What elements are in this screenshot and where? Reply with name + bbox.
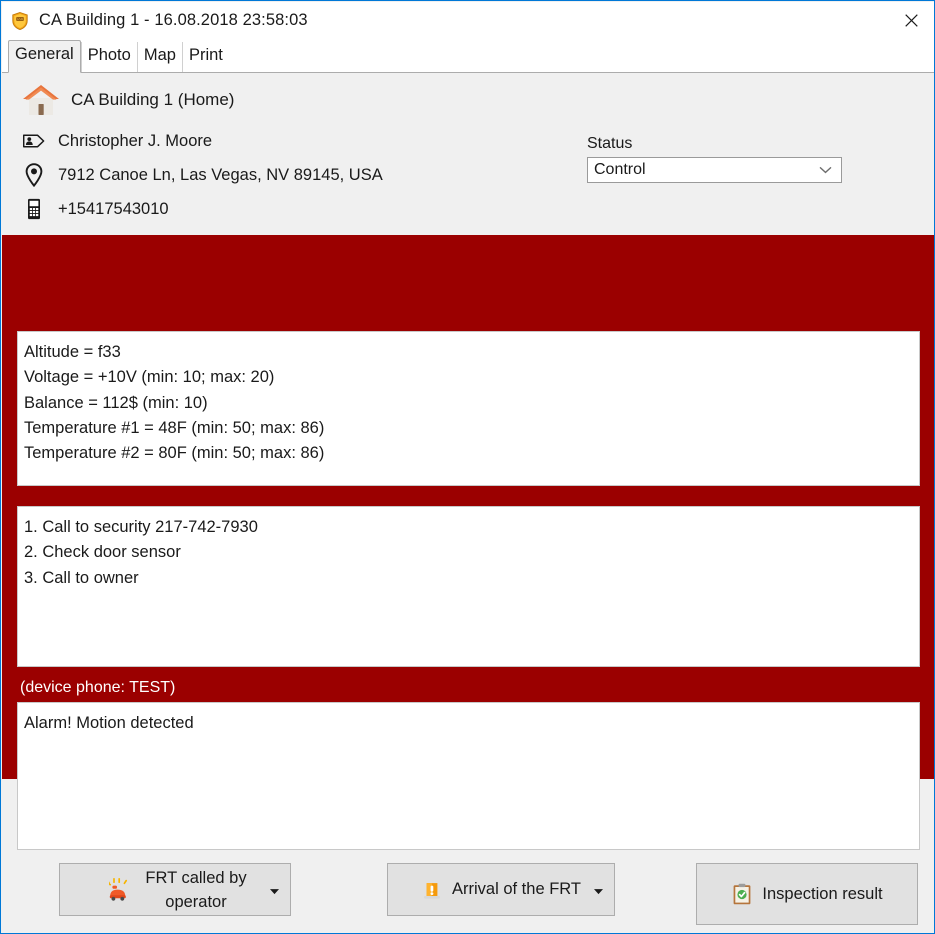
shield-icon: GSM <box>10 11 30 31</box>
frt-called-label: FRT called by operator <box>145 868 247 911</box>
address-row: 7912 Canoe Ln, Las Vegas, NV 89145, USA <box>22 163 383 187</box>
contact-row: Christopher J. Moore <box>22 129 212 153</box>
status-value: Control <box>594 161 646 178</box>
inspection-result-label: Inspection result <box>762 884 883 903</box>
chevron-down-icon <box>819 161 832 179</box>
instruction-line: 2. Check door sensor <box>24 543 181 562</box>
instruction-line: 1. Call to security 217-742-7930 <box>24 518 258 536</box>
mobile-phone-icon <box>22 197 46 221</box>
general-tab-panel: CA Building 1 (Home) Christopher J. Moor… <box>2 73 934 933</box>
title-bar: GSM CA Building 1 - 16.08.2018 23:58:03 <box>2 2 934 39</box>
device-phone-label: (device phone: TEST) <box>20 679 176 696</box>
location-pin-icon <box>22 163 46 187</box>
site-header-row: CA Building 1 (Home) <box>20 83 234 117</box>
tab-map-label: Map <box>143 46 176 64</box>
sensor-line: Temperature #2 = 80F (min: 50; max: 86) <box>24 444 325 463</box>
home-icon <box>20 83 62 117</box>
frt-arrival-button[interactable]: Arrival of the FRT <box>387 863 615 916</box>
tab-print-label: Print <box>188 46 223 64</box>
chevron-down-icon[interactable] <box>270 880 279 899</box>
beacon-light-icon <box>421 879 443 901</box>
alarm-panel: Altitude = f33 Voltage = +10V (min: 10; … <box>2 235 934 850</box>
window-title: CA Building 1 - 16.08.2018 23:58:03 <box>39 11 308 29</box>
tab-general[interactable]: General <box>8 40 81 73</box>
alarm-details-window: GSM CA Building 1 - 16.08.2018 23:58:03 … <box>0 0 935 934</box>
tab-photo[interactable]: Photo <box>80 42 137 72</box>
sensor-readings-box[interactable]: Altitude = f33 Voltage = +10V (min: 10; … <box>17 331 920 486</box>
sensor-line: Balance = 112$ (min: 10) <box>24 393 208 412</box>
sensor-line: Temperature #1 = 48F (min: 50; max: 86) <box>24 418 325 437</box>
phone-row: +15417543010 <box>22 197 169 221</box>
instructions-box[interactable]: 1. Call to security 217-742-7930 2. Chec… <box>17 506 920 667</box>
status-label: Status <box>587 135 633 152</box>
phone-number: +15417543010 <box>58 199 169 218</box>
tab-strip: General Photo Map Print <box>2 39 934 73</box>
sensor-line: Altitude = f33 <box>24 343 121 361</box>
svg-text:GSM: GSM <box>17 16 24 20</box>
status-dropdown[interactable]: Control <box>587 157 842 183</box>
tab-map[interactable]: Map <box>136 42 182 72</box>
site-name: CA Building 1 (Home) <box>71 90 235 109</box>
action-toolbar: FRT called by operator Arrival of the FR… <box>2 779 934 933</box>
site-info-block: CA Building 1 (Home) Christopher J. Moor… <box>2 73 934 233</box>
chevron-down-icon[interactable] <box>594 880 603 899</box>
instruction-line: 3. Call to owner <box>24 568 139 587</box>
close-button[interactable] <box>888 2 934 38</box>
address-text: 7912 Canoe Ln, Las Vegas, NV 89145, USA <box>58 165 383 184</box>
siren-car-icon <box>109 877 135 903</box>
sensor-line: Voltage = +10V (min: 10; max: 20) <box>24 368 275 387</box>
tab-photo-label: Photo <box>87 46 131 64</box>
contact-name: Christopher J. Moore <box>58 131 213 150</box>
inspection-result-button[interactable]: Inspection result <box>696 863 918 925</box>
tab-print[interactable]: Print <box>181 42 229 72</box>
clipboard-check-icon <box>731 883 753 906</box>
contact-card-icon <box>22 129 46 153</box>
frt-arrival-label: Arrival of the FRT <box>452 880 581 898</box>
tab-general-label: General <box>15 45 74 63</box>
frt-called-button[interactable]: FRT called by operator <box>59 863 291 916</box>
status-group: Status Control <box>587 135 842 183</box>
alarm-line: Alarm! Motion detected <box>24 714 194 732</box>
